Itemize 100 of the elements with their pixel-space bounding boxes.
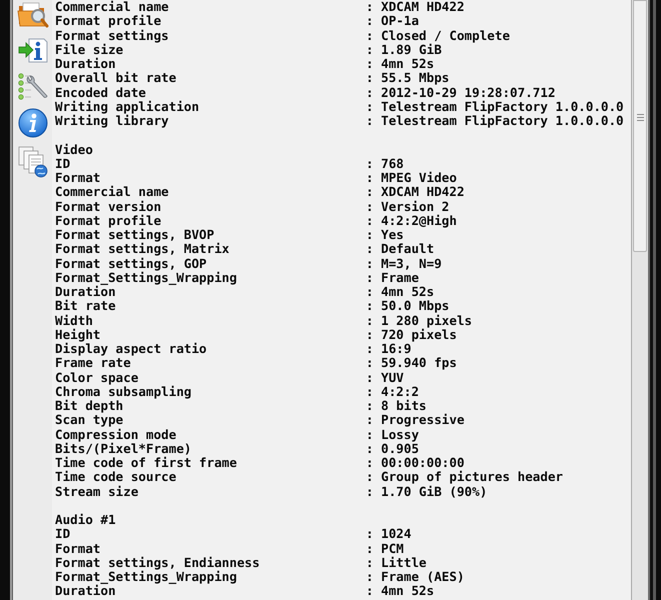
colon-separator: :: [366, 71, 374, 86]
colon-separator: :: [366, 342, 374, 356]
field-label: Bit depth: [55, 399, 124, 414]
field-value: 55.5 Mbps: [381, 71, 450, 86]
field-label: Writing application: [55, 100, 200, 114]
info-icon[interactable]: [18, 108, 48, 138]
field-label: Frame rate: [55, 356, 131, 370]
colon-separator: :: [366, 86, 374, 100]
field-value: 4mn 52s: [381, 57, 434, 72]
colon-separator: :: [366, 42, 374, 57]
colon-separator: :: [366, 57, 374, 72]
field-value: 4:2:2@High: [381, 214, 457, 228]
field-value: Default: [381, 242, 434, 256]
field-value: 1.89 GiB: [381, 42, 442, 57]
colon-separator: :: [366, 584, 374, 598]
field-label: Format profile: [55, 214, 162, 228]
field-value: 1.70 GiB (90%): [381, 484, 488, 499]
field-label: Format_Settings_Wrapping: [55, 270, 238, 285]
field-value: Group of pictures header: [381, 470, 563, 484]
colon-separator: :: [366, 527, 374, 542]
colon-separator: :: [366, 314, 374, 328]
field-value: 1024: [381, 527, 412, 542]
colon-separator: :: [366, 456, 374, 470]
field-label: Overall bit rate: [55, 71, 178, 86]
field-label: File size: [55, 42, 124, 57]
colon-separator: :: [366, 28, 374, 43]
field-label: Time code source: [55, 470, 178, 484]
field-label: Chroma subsampling: [55, 384, 192, 399]
field-value: Little: [381, 556, 427, 570]
field-label: Scan type: [55, 413, 124, 428]
colon-separator: :: [366, 256, 374, 271]
colon-separator: :: [366, 0, 374, 14]
field-label: Format: [55, 171, 102, 186]
field-label: Format settings, GOP: [55, 256, 207, 271]
field-value: XDCAM HD422: [381, 185, 464, 200]
field-value: OP-1a: [381, 14, 419, 28]
field-label: Bit rate: [55, 299, 117, 314]
colon-separator: :: [366, 228, 374, 242]
colon-separator: :: [366, 484, 374, 499]
field-value: PCM: [381, 542, 404, 556]
colon-separator: :: [366, 542, 374, 556]
field-value: Progressive: [381, 413, 464, 428]
field-value: Closed / Complete: [381, 28, 510, 43]
field-label: Format_Settings_Wrapping: [55, 570, 238, 584]
field-value: Telestream FlipFactory 1.0.0.0.0: [381, 114, 624, 128]
field-value: 8 bits: [381, 399, 427, 414]
field-label: Duration: [55, 584, 116, 598]
field-value: 4mn 52s: [381, 584, 434, 598]
field-label: Height: [55, 328, 100, 342]
colon-separator: :: [366, 214, 374, 228]
folder-magnifier-icon[interactable]: [16, 0, 48, 28]
colon-separator: :: [366, 428, 374, 442]
colon-separator: :: [366, 370, 374, 385]
documents-globe-icon[interactable]: [16, 146, 48, 178]
field-label: Commercial name: [55, 185, 170, 200]
field-label: Stream size: [55, 484, 140, 499]
field-label: Compression mode: [55, 428, 176, 442]
section-heading: Video: [55, 142, 93, 157]
field-label: Writing library: [55, 114, 169, 128]
colon-separator: :: [366, 470, 374, 484]
field-label: Format settings, Matrix: [55, 242, 230, 256]
colon-separator: :: [366, 384, 374, 399]
colon-separator: :: [366, 328, 374, 342]
field-label: ID: [55, 156, 72, 171]
colon-separator: :: [366, 200, 374, 214]
field-value: 768: [381, 156, 404, 171]
colon-separator: :: [366, 156, 374, 171]
field-value: M=3, N=9: [381, 256, 442, 271]
colon-separator: :: [366, 299, 374, 314]
scrollbar-thumb[interactable]: [633, 0, 647, 252]
field-label: Time code of first frame: [55, 456, 238, 470]
colon-separator: :: [366, 14, 374, 28]
field-value: MPEG Video: [381, 171, 457, 186]
colon-separator: :: [366, 356, 374, 370]
field-value: Frame (AES): [381, 570, 464, 584]
field-label: Format version: [55, 200, 162, 214]
colon-separator: :: [366, 556, 374, 570]
field-value: 4mn 52s: [381, 285, 434, 300]
field-value: 16:9: [381, 342, 412, 356]
scrollbar-track[interactable]: [632, 0, 648, 600]
arrow-info-icon[interactable]: [16, 36, 48, 64]
field-label: Format settings: [55, 28, 170, 43]
field-value: 50.0 Mbps: [381, 299, 450, 314]
field-label: Duration: [55, 285, 116, 300]
section-heading: Audio #1: [55, 513, 116, 528]
colon-separator: :: [366, 399, 374, 414]
field-label: Commercial name: [55, 0, 170, 14]
grip-icon: [636, 114, 644, 121]
field-value: 1 280 pixels: [381, 314, 472, 328]
field-value: Yes: [381, 228, 404, 242]
field-value: 59.940 fps: [381, 356, 457, 370]
field-value: 720 pixels: [381, 328, 457, 342]
wrench-list-icon[interactable]: [16, 72, 48, 100]
field-value: Telestream FlipFactory 1.0.0.0.0: [381, 100, 624, 114]
field-value: XDCAM HD422: [381, 0, 464, 14]
colon-separator: :: [366, 270, 374, 285]
colon-separator: :: [366, 171, 374, 186]
field-label: Format: [55, 542, 102, 556]
colon-separator: :: [366, 114, 374, 128]
field-label: Bits/(Pixel*Frame): [55, 442, 192, 456]
